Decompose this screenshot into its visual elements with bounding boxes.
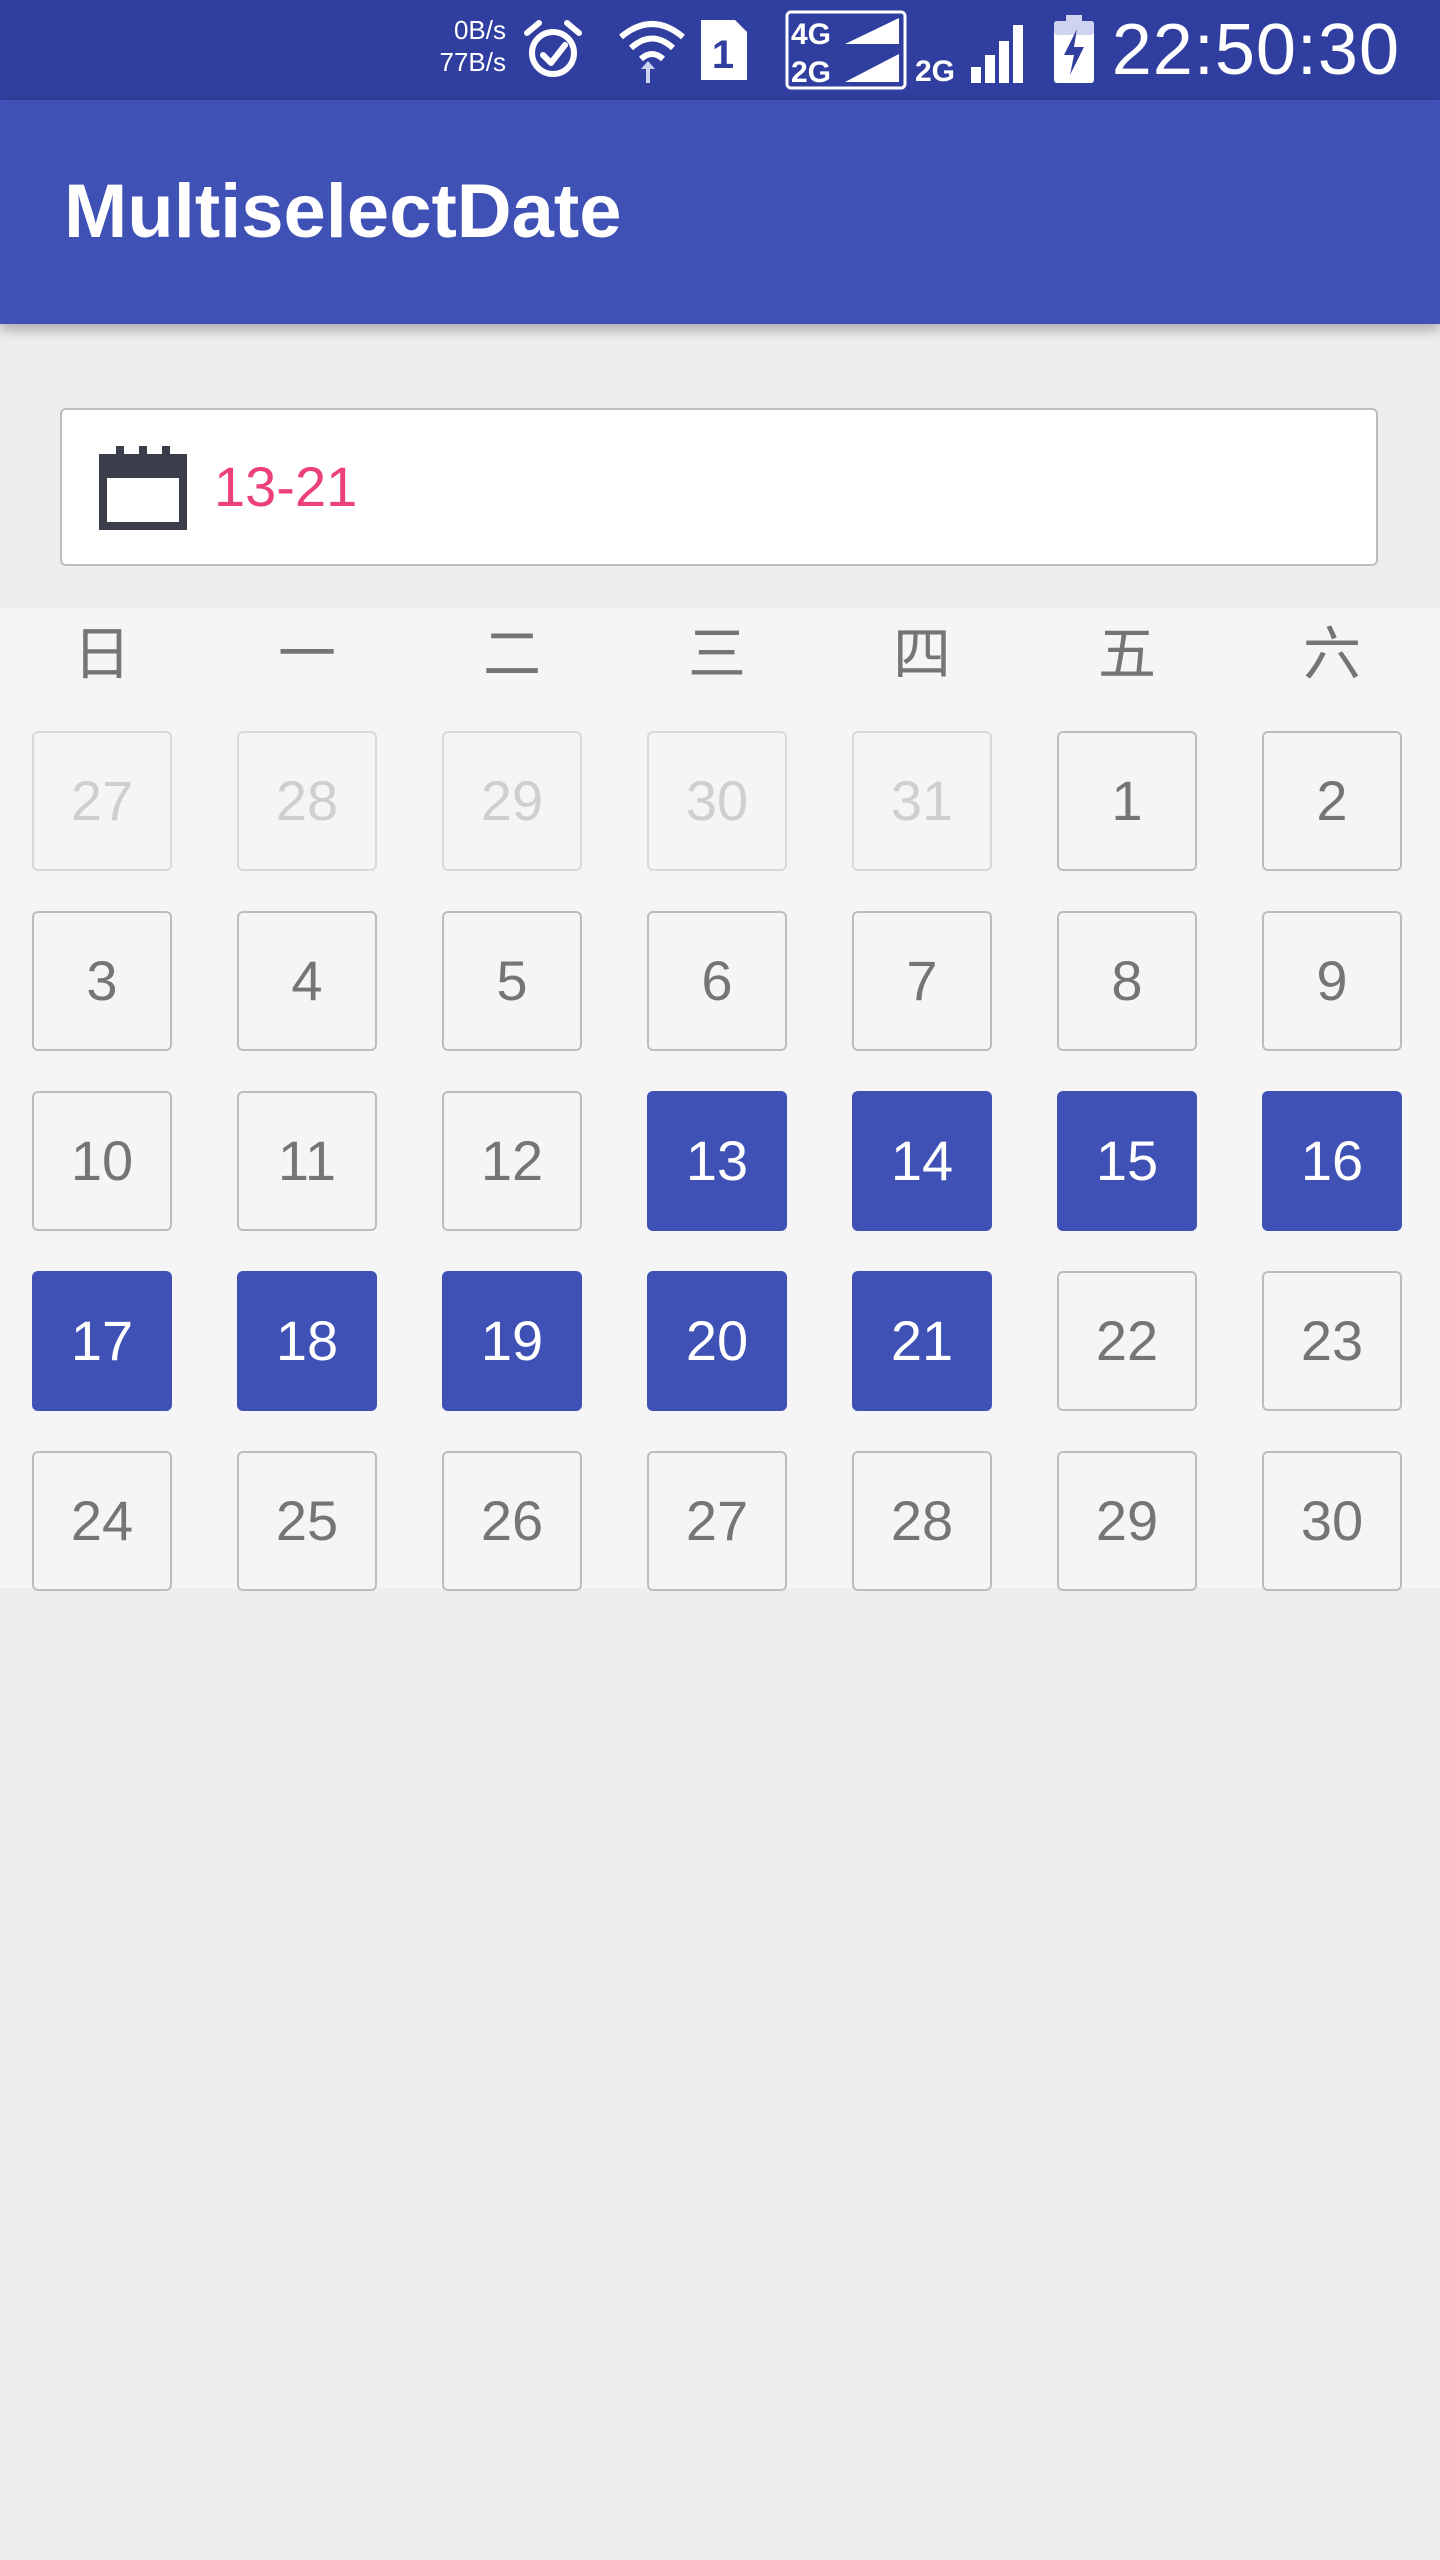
day-cell-selected[interactable]: 14 (852, 1091, 992, 1231)
day-cell-selected[interactable]: 19 (442, 1271, 582, 1411)
day-cell[interactable]: 29 (1057, 1451, 1197, 1591)
day-cell-other-month[interactable]: 28 (237, 731, 377, 871)
net-speed-down: 77B/s (439, 47, 507, 77)
status-bar: 0B/s 77B/s 1 4G 2G 2G 22:50:30 (0, 0, 1440, 100)
day-cell[interactable]: 11 (237, 1091, 377, 1231)
weekday-header: 五 (1097, 620, 1156, 688)
date-range-field[interactable]: 13-21 (60, 408, 1378, 566)
day-cell[interactable]: 4 (237, 911, 377, 1051)
alarm-icon (520, 0, 586, 100)
weekday-header: 六 (1302, 620, 1361, 688)
day-cell-other-month[interactable]: 29 (442, 731, 582, 871)
day-cell[interactable]: 5 (442, 911, 582, 1051)
day-cell[interactable]: 6 (647, 911, 787, 1051)
day-cell[interactable]: 23 (1262, 1271, 1402, 1411)
calendar-grid: 日一二三四五六 27 28 29 30 31 1 2 3 4 5 6 7 8 9 10 11 12 13 14 15 16… (0, 608, 1440, 1591)
app-title: MultiselectDate (64, 169, 622, 254)
signal-4g-icon: 4G 2G (784, 0, 908, 100)
day-cell-selected[interactable]: 16 (1262, 1091, 1402, 1231)
sim-icon: 1 (698, 0, 750, 100)
signal-2g-icon: 2G (912, 0, 1030, 100)
app-bar: MultiselectDate (0, 100, 1440, 324)
day-cell-selected[interactable]: 17 (32, 1271, 172, 1411)
day-cell[interactable]: 8 (1057, 911, 1197, 1051)
day-cell-selected[interactable]: 13 (647, 1091, 787, 1231)
day-cell-other-month[interactable]: 31 (852, 731, 992, 871)
day-cell[interactable]: 22 (1057, 1271, 1197, 1411)
day-cell-other-month[interactable]: 27 (32, 731, 172, 871)
day-cell[interactable]: 2 (1262, 731, 1402, 871)
day-cell[interactable]: 27 (647, 1451, 787, 1591)
weekday-header: 一 (277, 620, 336, 688)
day-cell-selected[interactable]: 18 (237, 1271, 377, 1411)
day-cell-selected[interactable]: 21 (852, 1271, 992, 1411)
day-cell-selected[interactable]: 15 (1057, 1091, 1197, 1231)
day-cell[interactable]: 30 (1262, 1451, 1402, 1591)
day-cell[interactable]: 28 (852, 1451, 992, 1591)
network-speed: 0B/s 77B/s (418, 14, 507, 78)
day-cell[interactable]: 10 (32, 1091, 172, 1231)
day-cell[interactable]: 25 (237, 1451, 377, 1591)
day-cell[interactable]: 26 (442, 1451, 582, 1591)
weekday-header: 日 (72, 620, 131, 688)
network-label-4g: 4G (791, 18, 831, 51)
network-label-2g-second: 2G (915, 55, 955, 85)
day-cell[interactable]: 24 (32, 1451, 172, 1591)
day-cell[interactable]: 12 (442, 1091, 582, 1231)
weekday-header: 二 (482, 620, 541, 688)
battery-charging-icon (1050, 0, 1098, 100)
day-cell[interactable]: 7 (852, 911, 992, 1051)
net-speed-up: 0B/s (453, 15, 506, 45)
weekday-header: 四 (892, 620, 951, 688)
day-cell[interactable]: 1 (1057, 731, 1197, 871)
calendar-icon (98, 444, 188, 532)
sim-slot-number: 1 (712, 33, 734, 77)
network-label-2g: 2G (791, 56, 831, 89)
selected-range-value: 13-21 (214, 455, 358, 518)
day-cell-selected[interactable]: 20 (647, 1271, 787, 1411)
day-cell-other-month[interactable]: 30 (647, 731, 787, 871)
weekday-header: 三 (687, 620, 746, 688)
day-cell[interactable]: 9 (1262, 911, 1402, 1051)
status-time: 22:50:30 (1111, 10, 1400, 90)
day-cell[interactable]: 3 (32, 911, 172, 1051)
wifi-icon (616, 0, 688, 100)
